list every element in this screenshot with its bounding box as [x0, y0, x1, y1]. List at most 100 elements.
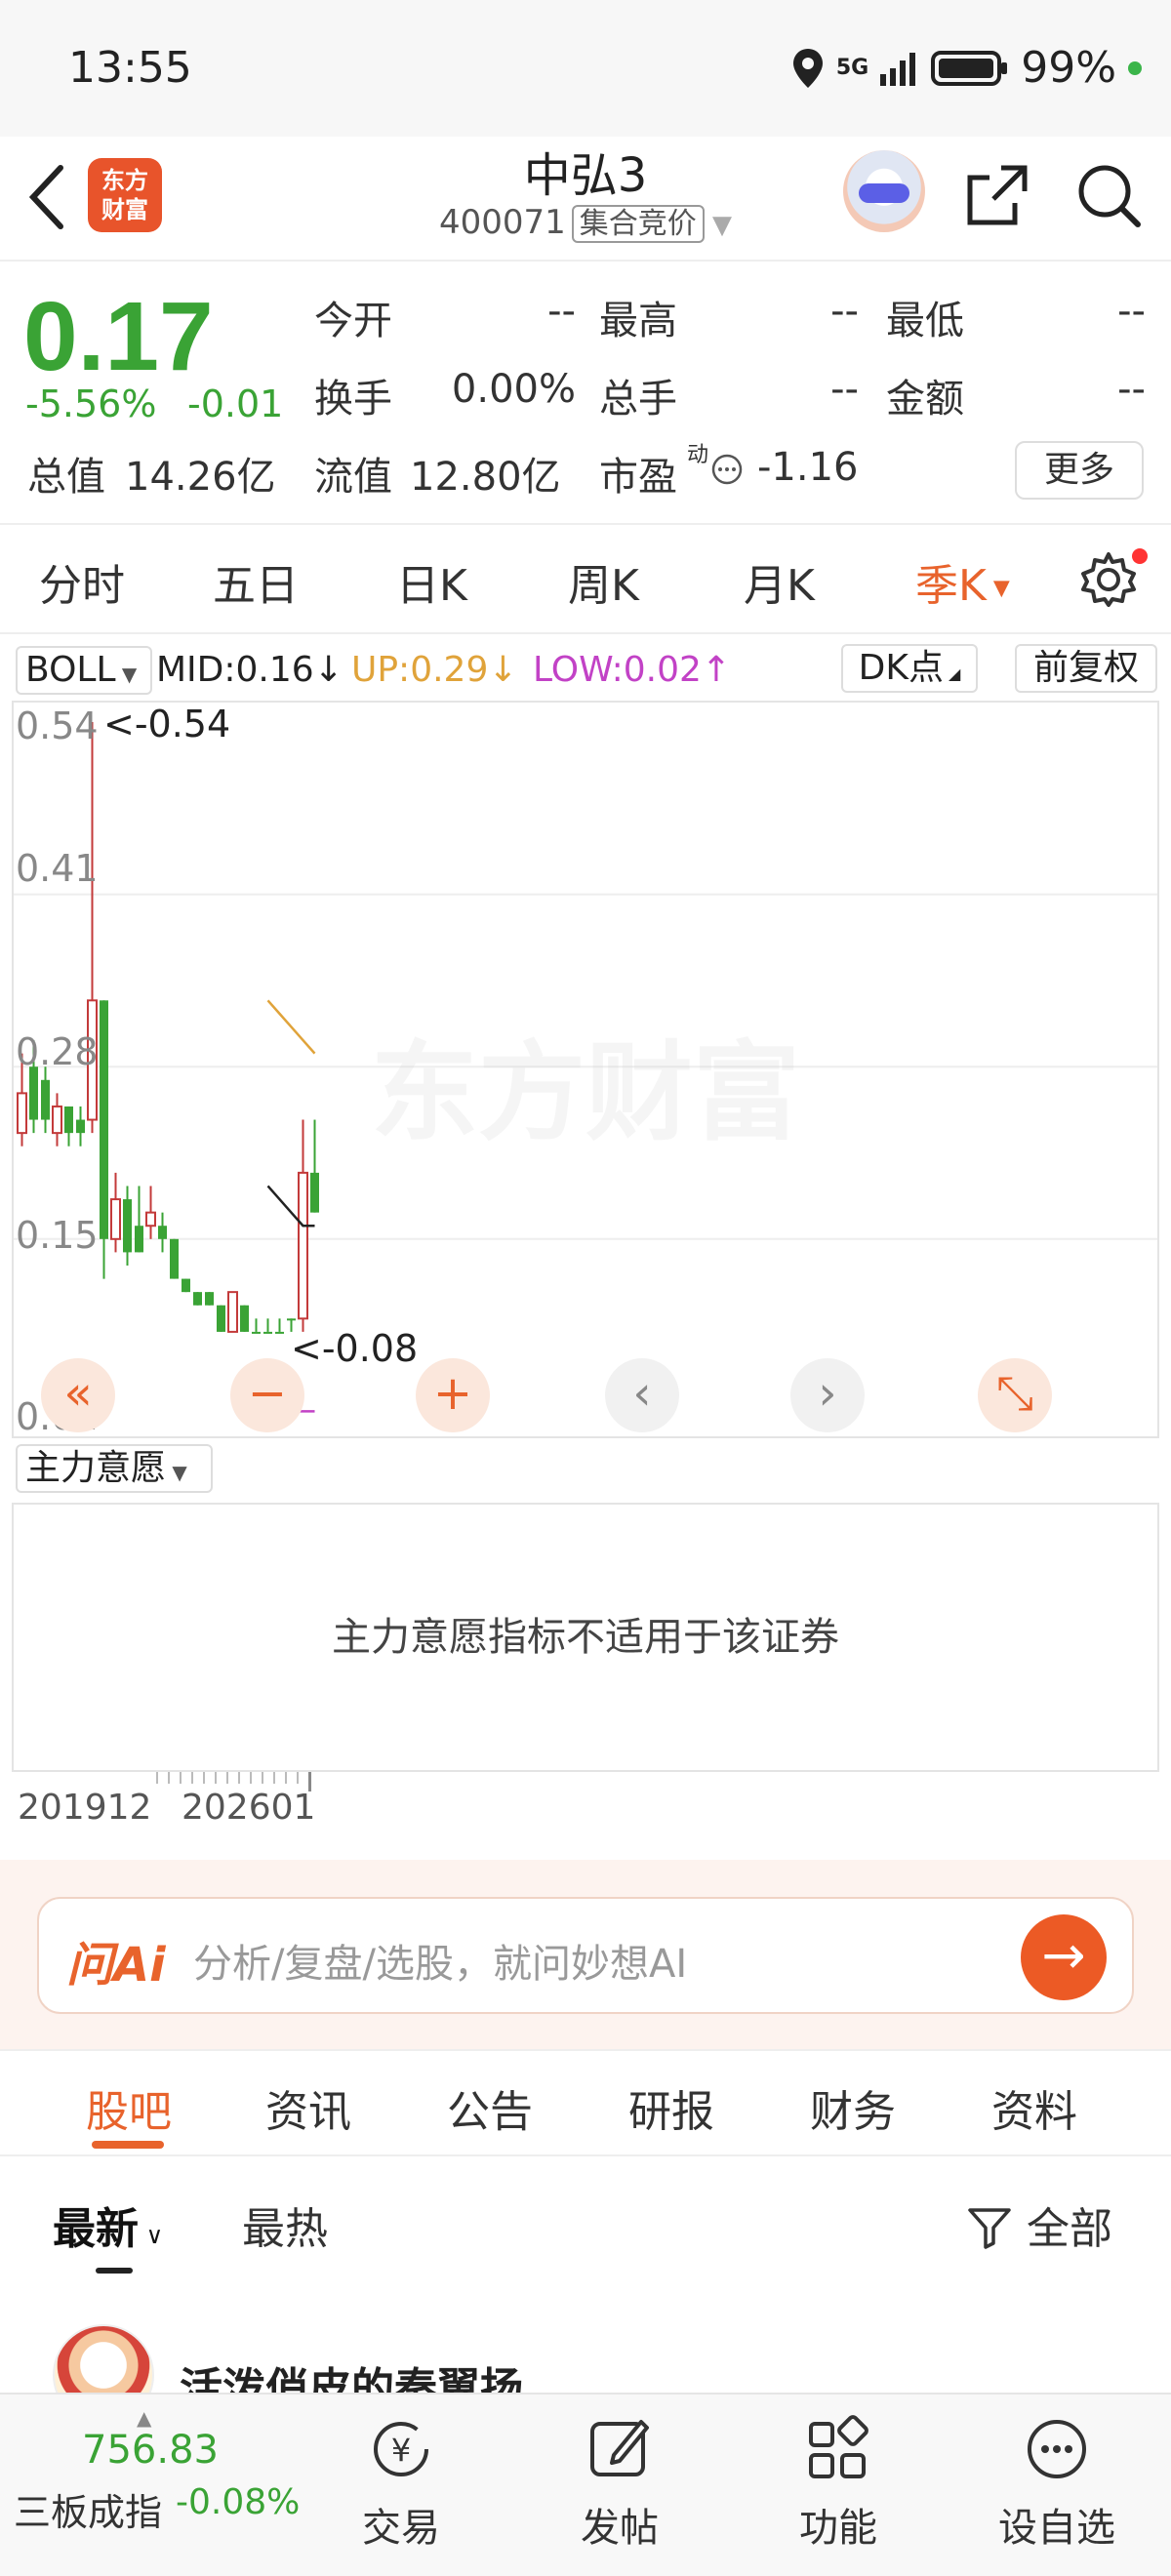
tab-daily-k[interactable]: 日K	[396, 550, 467, 613]
scroll-right-button[interactable]: ›	[790, 1358, 865, 1432]
stock-header: 东方 财富 中弘3 400071 集合竞价 ▼	[0, 137, 1171, 262]
second-indicator-select[interactable]: 主力意愿 ▼	[16, 1444, 213, 1493]
gear-icon[interactable]	[1077, 548, 1140, 611]
tab-quarterly-k[interactable]: 季K ▼	[915, 550, 1010, 613]
amount-label: 金额	[886, 377, 964, 422]
tab-five-day[interactable]: 五日	[213, 550, 299, 613]
nav-trade-label: 交易	[362, 2506, 440, 2551]
fullscreen-button[interactable]: ⤡	[978, 1358, 1052, 1432]
candle-body	[64, 1106, 73, 1134]
tab-intraday[interactable]: 分时	[39, 550, 125, 613]
filter-all[interactable]: 全部	[966, 2194, 1112, 2256]
x-axis-start: 201912	[18, 1788, 152, 1828]
tab-forum[interactable]: 股吧	[86, 2076, 172, 2139]
ai-assistant-face	[859, 183, 909, 203]
scroll-first-button[interactable]: «	[41, 1358, 115, 1432]
index-value[interactable]: 756.83	[82, 2428, 219, 2473]
candle-body	[287, 1318, 296, 1321]
caret-up-icon: ▲	[137, 2406, 152, 2430]
more-button[interactable]: 更多	[1015, 441, 1144, 500]
candle-body	[252, 1331, 261, 1334]
amount-value: --	[1117, 367, 1146, 412]
grid-icon	[809, 2415, 868, 2478]
adjust-button[interactable]: 前复权	[1015, 644, 1157, 693]
indicator-bar: BOLL ▼ MID:0.16↓ UP:0.29↓ LOW:0.02↑ DK点 …	[0, 636, 1171, 701]
low-value: --	[1117, 289, 1146, 334]
mktcap-label: 总值	[27, 455, 105, 500]
nav-functions[interactable]: 功能	[765, 2410, 911, 2553]
nav-post-label: 发帖	[581, 2506, 659, 2551]
max-annotation: <-0.54	[103, 703, 231, 745]
nav-trade[interactable]: ¥ 交易	[328, 2410, 474, 2553]
chevron-down-icon: ▼	[986, 576, 1010, 601]
high-value: --	[830, 289, 859, 334]
open-label: 今开	[314, 299, 392, 343]
second-indicator-dropdown-icon: ▼	[166, 1461, 187, 1484]
battery-pct: 99%	[1021, 43, 1116, 93]
nav-watchlist[interactable]: 设自选	[984, 2410, 1130, 2553]
y-tick-label: 0.41	[16, 847, 99, 890]
nav-post[interactable]: 发帖	[546, 2410, 693, 2553]
search-icon[interactable]	[1070, 156, 1148, 234]
edit-icon	[590, 2420, 649, 2476]
candle-body	[110, 1198, 121, 1240]
status-bar: 13:55 5G 99%	[0, 0, 1171, 137]
active-tab-underline	[92, 2141, 164, 2149]
market-tag[interactable]: 集合竞价	[571, 205, 705, 243]
tab-monthly-k[interactable]: 月K	[744, 550, 815, 613]
candle-body	[263, 1331, 272, 1334]
tab-announcements[interactable]: 公告	[447, 2076, 533, 2139]
indicator-select[interactable]: BOLL ▼	[16, 646, 152, 695]
stock-code: 400071	[438, 203, 566, 242]
ai-input-box[interactable]: 问Ai 分析/复盘/选股，就问妙想AI →	[37, 1897, 1134, 2014]
tab-weekly-k[interactable]: 周K	[568, 550, 639, 613]
tag-dropdown-icon[interactable]: ▼	[705, 211, 732, 240]
dk-point-button[interactable]: DK点 ◢	[841, 644, 978, 693]
second-indicator-bar: 主力意愿 ▼	[0, 1444, 1171, 1503]
indicator-dropdown-icon: ▼	[115, 663, 138, 686]
index-name[interactable]: 三板成指	[14, 2482, 162, 2536]
candle-body	[135, 1226, 143, 1253]
candle-body	[275, 1331, 284, 1334]
candle-body	[205, 1292, 214, 1306]
y-tick-label: 0.54	[16, 704, 99, 747]
filter-hot[interactable]: 最热	[242, 2194, 328, 2256]
volume-value: --	[830, 367, 859, 412]
more-info-icon[interactable]	[710, 453, 744, 486]
zoom-out-button[interactable]: −	[230, 1358, 304, 1432]
x-axis-end: 202601	[182, 1788, 316, 1828]
min-annotation: <-0.08	[291, 1327, 419, 1370]
notification-dot	[1132, 548, 1148, 564]
share-icon[interactable]	[958, 156, 1036, 234]
candle-body	[193, 1292, 202, 1306]
content-tabs: 股吧 资讯 公告 研报 财务 资料	[0, 2049, 1171, 2156]
zoom-in-button[interactable]: +	[416, 1358, 490, 1432]
chevron-down-icon: ∨	[139, 2222, 164, 2249]
filter-latest[interactable]: 最新 ∨	[53, 2194, 163, 2256]
tab-profile[interactable]: 资料	[991, 2076, 1077, 2139]
candle-body	[217, 1305, 225, 1332]
kline-period-tabs: 分时 五日 日K 周K 月K 季K ▼	[0, 527, 1171, 634]
svg-text:¥: ¥	[391, 2432, 411, 2469]
dk-point-label: DK点	[858, 648, 944, 688]
candle-body	[100, 1000, 108, 1239]
tab-news[interactable]: 资讯	[265, 2076, 351, 2139]
tab-finance[interactable]: 财务	[810, 2076, 896, 2139]
second-indicator-name: 主力意愿	[25, 1448, 167, 1488]
quote-panel: 0.17 -5.56% -0.01 今开 -- 最高 -- 最低 -- 换手 0…	[0, 263, 1171, 525]
battery-icon	[931, 50, 1008, 86]
pe-label: 市盈	[599, 455, 677, 500]
tab-research[interactable]: 研报	[628, 2076, 714, 2139]
boll-up-line	[266, 999, 316, 1055]
candle-body	[41, 1079, 50, 1120]
mktcap-value: 14.26亿	[125, 455, 276, 500]
last-price: 0.17	[23, 282, 214, 391]
post-item[interactable]: 活泼俏皮的秦翼扬	[0, 2275, 1171, 2426]
scroll-left-button[interactable]: ‹	[605, 1358, 679, 1432]
ai-submit-button[interactable]: →	[1021, 1914, 1107, 2000]
candle-body	[170, 1238, 179, 1279]
nav-functions-label: 功能	[799, 2506, 877, 2551]
filter-latest-label: 最新	[53, 2204, 139, 2254]
post-filters: 最新 ∨ 最热 全部	[0, 2158, 1171, 2275]
boll-low: LOW:0.02↑	[533, 650, 732, 690]
